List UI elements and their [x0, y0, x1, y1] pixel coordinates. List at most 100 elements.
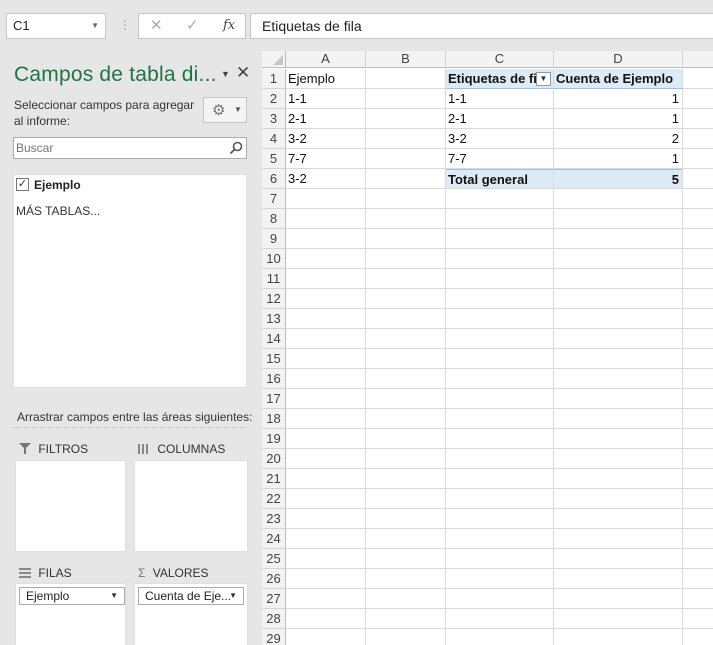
- cell-b6[interactable]: [366, 169, 446, 189]
- cell-c13[interactable]: [446, 309, 554, 329]
- cell-c4[interactable]: 3-2: [446, 129, 554, 149]
- cell-c29[interactable]: [446, 629, 554, 645]
- worksheet-grid[interactable]: A B C D 1 Ejemplo Etiquetas de fi ▼ Cuenta d…: [262, 51, 713, 645]
- cell-b15[interactable]: [366, 349, 446, 369]
- cell-e16[interactable]: [683, 369, 713, 389]
- cell-c19[interactable]: [446, 429, 554, 449]
- cell-a24[interactable]: [286, 529, 366, 549]
- close-icon[interactable]: ✕: [236, 63, 250, 83]
- cell-c26[interactable]: [446, 569, 554, 589]
- column-header-a[interactable]: A: [286, 51, 366, 68]
- row-header[interactable]: 24: [262, 529, 286, 549]
- cell-b10[interactable]: [366, 249, 446, 269]
- pivot-row-labels-header[interactable]: Etiquetas de fi ▼: [446, 69, 554, 89]
- cell-b16[interactable]: [366, 369, 446, 389]
- cell-a5[interactable]: 7-7: [286, 149, 366, 169]
- cell-e24[interactable]: [683, 529, 713, 549]
- formula-input[interactable]: Etiquetas de fila: [250, 13, 713, 39]
- cell-d9[interactable]: [554, 229, 683, 249]
- cell-b11[interactable]: [366, 269, 446, 289]
- rows-area[interactable]: Ejemplo ▼: [15, 583, 126, 645]
- cell-e20[interactable]: [683, 449, 713, 469]
- row-header[interactable]: 3: [262, 109, 286, 129]
- cell-e22[interactable]: [683, 489, 713, 509]
- cell-b9[interactable]: [366, 229, 446, 249]
- cell-c18[interactable]: [446, 409, 554, 429]
- cell-d24[interactable]: [554, 529, 683, 549]
- cell-e14[interactable]: [683, 329, 713, 349]
- row-header[interactable]: 1: [262, 69, 286, 89]
- row-header[interactable]: 15: [262, 349, 286, 369]
- select-all-button[interactable]: [262, 51, 286, 68]
- cell-d15[interactable]: [554, 349, 683, 369]
- cell-b29[interactable]: [366, 629, 446, 645]
- cell-b27[interactable]: [366, 589, 446, 609]
- cell-b4[interactable]: [366, 129, 446, 149]
- cell-e23[interactable]: [683, 509, 713, 529]
- cell-b14[interactable]: [366, 329, 446, 349]
- cell-e12[interactable]: [683, 289, 713, 309]
- cell-d26[interactable]: [554, 569, 683, 589]
- column-header-c[interactable]: C: [446, 51, 554, 68]
- cell-a17[interactable]: [286, 389, 366, 409]
- insert-function-icon[interactable]: fx: [223, 14, 235, 38]
- cell-e9[interactable]: [683, 229, 713, 249]
- cell-e27[interactable]: [683, 589, 713, 609]
- cell-b24[interactable]: [366, 529, 446, 549]
- row-header[interactable]: 17: [262, 389, 286, 409]
- cell-e7[interactable]: [683, 189, 713, 209]
- cell-b21[interactable]: [366, 469, 446, 489]
- cell-c20[interactable]: [446, 449, 554, 469]
- row-header[interactable]: 11: [262, 269, 286, 289]
- cell-a13[interactable]: [286, 309, 366, 329]
- cell-c2[interactable]: 1-1: [446, 89, 554, 109]
- cell-b5[interactable]: [366, 149, 446, 169]
- cell-d5[interactable]: 1: [554, 149, 683, 169]
- cell-c11[interactable]: [446, 269, 554, 289]
- cell-c10[interactable]: [446, 249, 554, 269]
- chevron-down-icon[interactable]: ▼: [221, 69, 230, 79]
- cell-e6[interactable]: [683, 169, 713, 189]
- cell-d18[interactable]: [554, 409, 683, 429]
- tools-button[interactable]: ⚙ ▼: [203, 97, 247, 123]
- cell-e5[interactable]: [683, 149, 713, 169]
- cell-d22[interactable]: [554, 489, 683, 509]
- cell-c8[interactable]: [446, 209, 554, 229]
- cell-c9[interactable]: [446, 229, 554, 249]
- cell-d2[interactable]: 1: [554, 89, 683, 109]
- cell-d19[interactable]: [554, 429, 683, 449]
- cell-c16[interactable]: [446, 369, 554, 389]
- cell-e2[interactable]: [683, 89, 713, 109]
- cell-e21[interactable]: [683, 469, 713, 489]
- cell-d16[interactable]: [554, 369, 683, 389]
- cell-a28[interactable]: [286, 609, 366, 629]
- cell-e3[interactable]: [683, 109, 713, 129]
- cell-a16[interactable]: [286, 369, 366, 389]
- cell-b13[interactable]: [366, 309, 446, 329]
- cell-d12[interactable]: [554, 289, 683, 309]
- row-header[interactable]: 13: [262, 309, 286, 329]
- pivot-total-label[interactable]: Total general: [446, 169, 554, 189]
- cell-c21[interactable]: [446, 469, 554, 489]
- cell-d21[interactable]: [554, 469, 683, 489]
- cell-c15[interactable]: [446, 349, 554, 369]
- row-header[interactable]: 27: [262, 589, 286, 609]
- cell-b12[interactable]: [366, 289, 446, 309]
- cell-b1[interactable]: [366, 69, 446, 89]
- cell-e11[interactable]: [683, 269, 713, 289]
- cell-b3[interactable]: [366, 109, 446, 129]
- cell-d14[interactable]: [554, 329, 683, 349]
- cell-a12[interactable]: [286, 289, 366, 309]
- cell-e19[interactable]: [683, 429, 713, 449]
- row-header[interactable]: 16: [262, 369, 286, 389]
- cell-d3[interactable]: 1: [554, 109, 683, 129]
- chevron-down-icon[interactable]: ▼: [110, 588, 118, 604]
- row-header[interactable]: 28: [262, 609, 286, 629]
- cell-c5[interactable]: 7-7: [446, 149, 554, 169]
- row-header[interactable]: 9: [262, 229, 286, 249]
- row-header[interactable]: 2: [262, 89, 286, 109]
- values-field-chip[interactable]: Cuenta de Eje... ▼: [138, 587, 244, 605]
- pivot-values-header[interactable]: Cuenta de Ejemplo: [554, 69, 683, 89]
- cell-c25[interactable]: [446, 549, 554, 569]
- columns-area[interactable]: [134, 460, 248, 552]
